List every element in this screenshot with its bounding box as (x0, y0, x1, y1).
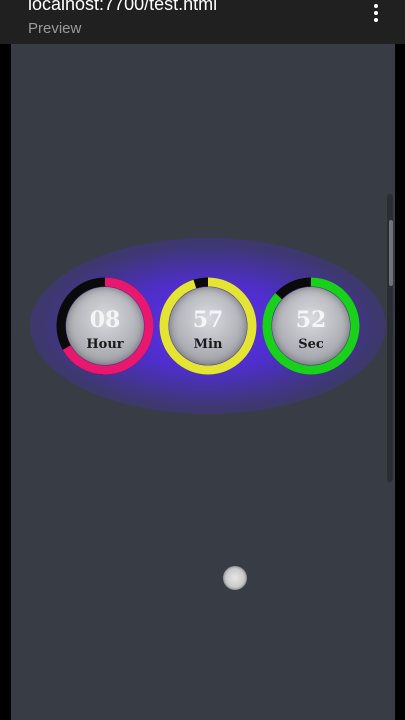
second-dial: 52 Sec (261, 276, 361, 376)
preview-label: Preview (28, 20, 82, 37)
minute-value: 57 (192, 307, 224, 333)
minute-label: Min (193, 337, 223, 352)
scrollbar-thumb[interactable] (389, 220, 393, 286)
second-value: 52 (295, 307, 327, 333)
more-vert-icon[interactable] (369, 4, 383, 26)
browser-toolbar: localhost:7700/test.html Preview (0, 0, 405, 44)
hour-label: Hour (86, 337, 124, 352)
second-label: Sec (298, 337, 324, 352)
hour-value: 08 (89, 307, 121, 333)
url-text[interactable]: localhost:7700/test.html (28, 0, 217, 15)
hour-dial: 08 Hour (55, 276, 155, 376)
touch-indicator (223, 566, 247, 590)
minute-dial: 57 Min (158, 276, 258, 376)
